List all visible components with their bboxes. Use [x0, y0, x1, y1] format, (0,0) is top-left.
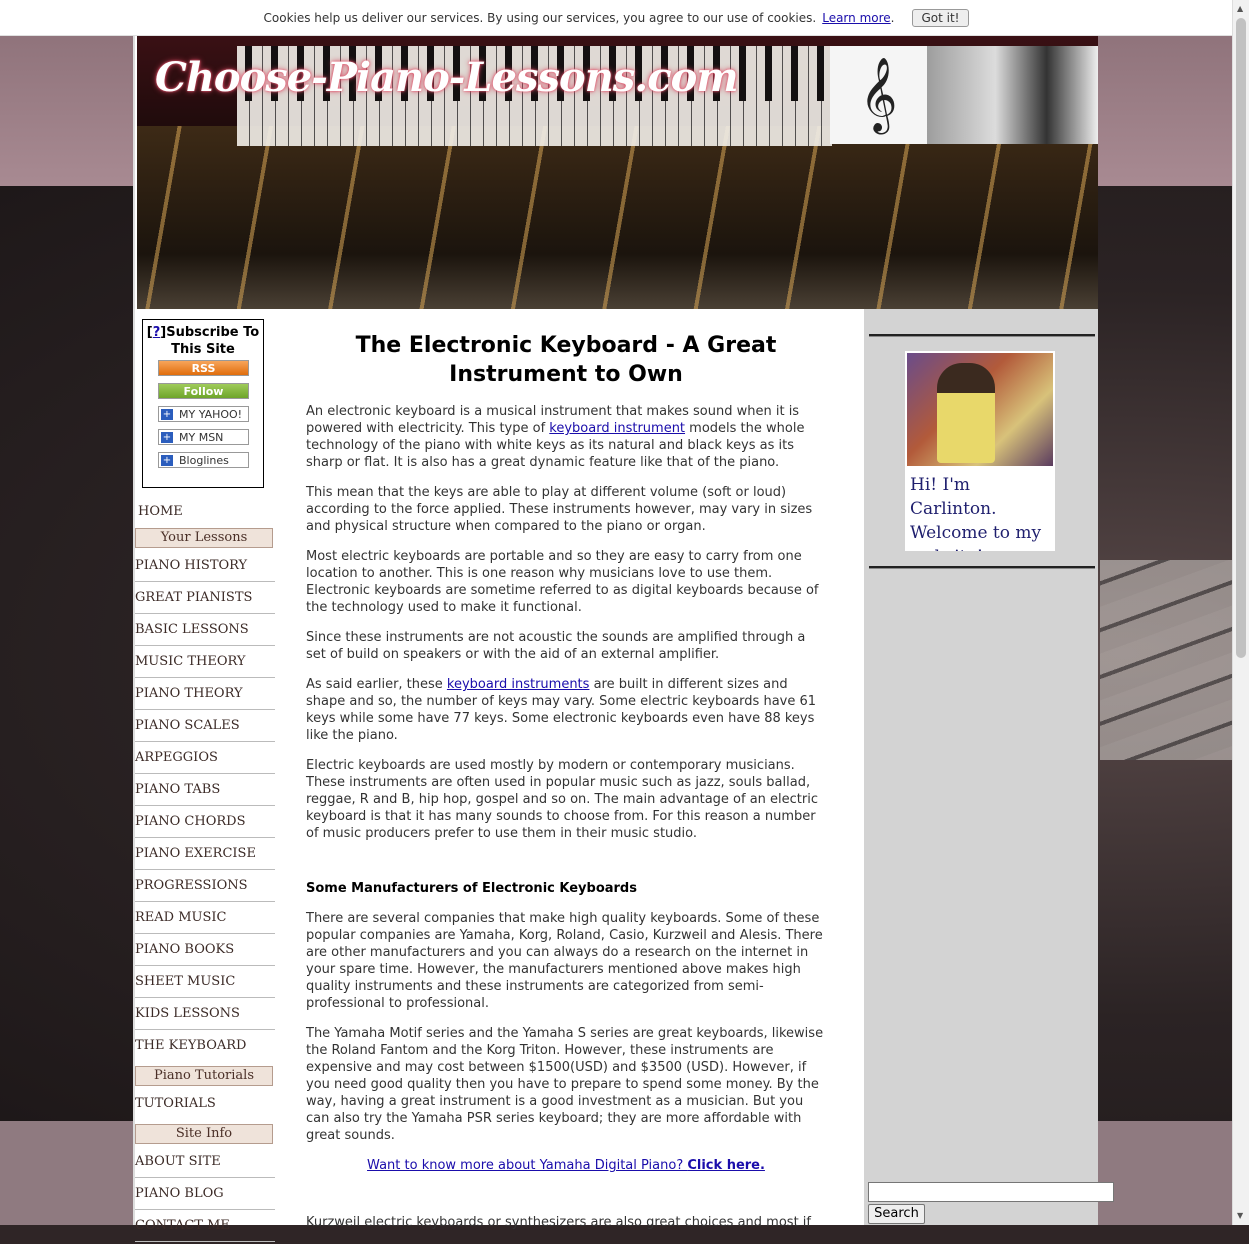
paragraph: Kurzweil electric keyboards or synthesiz… [306, 1215, 811, 1230]
scrollbar[interactable]: ▲ ▼ [1232, 0, 1249, 1225]
follow-button[interactable]: Follow [158, 383, 249, 399]
nav-item[interactable]: GREAT PIANISTS [135, 582, 275, 614]
keyboard-instruments-link[interactable]: keyboard instruments [447, 677, 590, 692]
keyboard-instrument-link[interactable]: keyboard instrument [549, 421, 685, 436]
plus-icon: + [161, 455, 173, 466]
scroll-down-icon[interactable]: ▼ [1237, 1211, 1243, 1220]
nav-item[interactable]: KIDS LESSONS [135, 998, 275, 1030]
nav-heading-site-info: Site Info [135, 1124, 273, 1144]
nav-item[interactable]: PIANO HISTORY [135, 550, 275, 582]
scroll-up-icon[interactable]: ▲ [1237, 4, 1243, 13]
paragraph: The Yamaha Motif series and the Yamaha S… [306, 1026, 824, 1143]
main-content: The Electronic Keyboard - A Great Instru… [306, 319, 826, 1244]
nav-heading-piano-tutorials: Piano Tutorials [135, 1066, 273, 1086]
paragraph: There are several companies that make hi… [306, 911, 823, 1011]
paragraph: As said earlier, these keyboard instrume… [306, 677, 817, 743]
nav-item[interactable]: PIANO EXERCISE [135, 838, 275, 870]
cookie-bar: Cookies help us deliver our services. By… [0, 0, 1232, 36]
subscribe-title-text: Subscribe To This Site [166, 325, 260, 357]
author-card[interactable]: Hi! I'm Carlinton. Welcome to my website… [905, 351, 1055, 551]
nav-item[interactable]: ARPEGGIOS [135, 742, 275, 774]
nav-item[interactable]: PIANO THEORY [135, 678, 275, 710]
background-keys [1100, 560, 1232, 760]
right-sidebar: Hi! I'm Carlinton. Welcome to my website… [864, 309, 1114, 1225]
paragraph: An electronic keyboard is a musical inst… [306, 404, 805, 470]
paragraph: This mean that the keys are able to play… [306, 485, 813, 534]
nav-home[interactable]: HOME [135, 500, 275, 524]
paragraph: Electric keyboards are used mostly by mo… [306, 758, 818, 841]
piano-strings-image [137, 126, 1098, 309]
yamaha-digital-piano-link[interactable]: Want to know more about Yamaha Digital P… [367, 1158, 765, 1173]
search-input[interactable] [868, 1182, 1114, 1202]
yamaha-cta: Want to know more about Yamaha Digital P… [306, 1157, 826, 1174]
page-container: 𝄞 Choose-Piano-Lessons.com [?]Subscribe … [133, 36, 1114, 1242]
my-yahoo-button[interactable]: + MY YAHOO! [158, 406, 249, 422]
bloglines-button[interactable]: + Bloglines [158, 452, 249, 468]
nav-item-piano-blog[interactable]: PIANO BLOG [135, 1178, 275, 1210]
paragraph: Most electric keyboards are portable and… [306, 549, 819, 615]
subscribe-title: [?]Subscribe To This Site [146, 325, 260, 357]
nav-item[interactable]: THE KEYBOARD [135, 1030, 275, 1062]
left-navigation: HOME Your Lessons PIANO HISTORY GREAT PI… [135, 500, 275, 1242]
site-header: 𝄞 Choose-Piano-Lessons.com [137, 36, 1098, 309]
subscribe-box: [?]Subscribe To This Site RSS Follow + MY… [142, 319, 264, 488]
my-msn-button[interactable]: + MY MSN [158, 429, 249, 445]
section-heading: Some Manufacturers of Electronic Keyboar… [306, 881, 637, 896]
bloglines-label: Bloglines [179, 454, 229, 467]
nav-item-tutorials[interactable]: TUTORIALS [135, 1088, 275, 1120]
nav-item[interactable]: READ MUSIC [135, 902, 275, 934]
nav-item[interactable]: PIANO TABS [135, 774, 275, 806]
nav-item[interactable]: MUSIC THEORY [135, 646, 275, 678]
divider [869, 334, 1095, 337]
my-msn-label: MY MSN [179, 431, 224, 444]
site-logo[interactable]: Choose-Piano-Lessons.com [155, 54, 739, 101]
help-link[interactable]: ? [153, 325, 161, 340]
rss-button[interactable]: RSS [158, 360, 249, 376]
nav-item-contact-me[interactable]: CONTACT ME [135, 1210, 275, 1242]
plus-icon: + [161, 409, 173, 420]
nav-item-about-site[interactable]: ABOUT SITE [135, 1146, 275, 1178]
nav-item[interactable]: PIANO CHORDS [135, 806, 275, 838]
scrollbar-thumb[interactable] [1236, 18, 1246, 658]
plus-icon: + [161, 432, 173, 443]
hand-on-keys-image [927, 46, 1098, 144]
cookie-message: Cookies help us deliver our services. By… [263, 10, 817, 25]
nav-item[interactable]: PIANO SCALES [135, 710, 275, 742]
nav-item[interactable]: PROGRESSIONS [135, 870, 275, 902]
got-it-button[interactable]: Got it! [912, 8, 969, 27]
paragraph: Since these instruments are not acoustic… [306, 630, 806, 662]
nav-item[interactable]: PIANO BOOKS [135, 934, 275, 966]
my-yahoo-label: MY YAHOO! [179, 408, 243, 421]
divider [869, 566, 1095, 569]
page-title: The Electronic Keyboard - A Great Instru… [355, 333, 777, 387]
author-photo [907, 353, 1053, 466]
nav-item[interactable]: BASIC LESSONS [135, 614, 275, 646]
learn-more-link[interactable]: Learn more [822, 11, 890, 25]
nav-item[interactable]: SHEET MUSIC [135, 966, 275, 998]
cookie-dot: . [890, 10, 895, 25]
nav-heading-your-lessons: Your Lessons [135, 528, 273, 548]
author-caption: Hi! I'm Carlinton. Welcome to my website… [910, 475, 1042, 551]
search-button[interactable]: Search [868, 1204, 925, 1224]
treble-clef-icon: 𝄞 [830, 46, 927, 144]
